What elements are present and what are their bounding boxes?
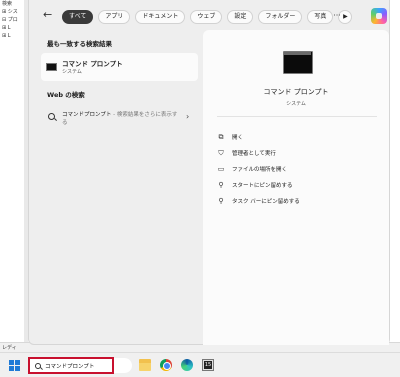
folder-open-icon: ▭ <box>217 165 225 173</box>
tab-web[interactable]: ウェブ <box>190 10 223 24</box>
action-label: スタートにピン留めする <box>232 183 293 189</box>
app-icon[interactable] <box>202 359 214 371</box>
more-options-icon[interactable]: ··· <box>330 10 344 24</box>
tab-folders[interactable]: フォルダー <box>258 10 303 24</box>
taskbar-search-extension[interactable] <box>114 358 132 373</box>
command-prompt-icon <box>46 63 57 71</box>
chevron-right-icon[interactable]: › <box>186 112 189 121</box>
action-open[interactable]: ⧉ 開く <box>217 129 377 145</box>
best-match-result[interactable]: コマンド プロンプト システム <box>41 53 198 81</box>
edge-icon[interactable] <box>181 359 193 371</box>
file-explorer-icon[interactable] <box>139 359 151 371</box>
open-icon: ⧉ <box>218 133 224 141</box>
divider <box>217 116 377 117</box>
web-search-query: コマンドプロンプト <box>62 112 112 118</box>
tab-documents[interactable]: ドキュメント <box>135 10 186 24</box>
action-label: 開く <box>232 135 244 141</box>
search-icon <box>48 113 55 120</box>
best-match-type: システム <box>62 69 82 75</box>
best-match-heading: 最も一致する検索結果 <box>47 40 112 48</box>
windows-start-icon[interactable] <box>9 360 20 371</box>
command-prompt-large-icon <box>283 51 313 74</box>
chrome-icon[interactable] <box>160 359 172 371</box>
search-topbar: ← すべて アプリ ドキュメント ウェブ 設定 フォルダー 写真 ▶ ··· <box>29 0 391 30</box>
action-run-as-admin[interactable]: ⛉ 管理者として実行 <box>217 145 377 161</box>
action-label: 管理者として実行 <box>232 151 276 157</box>
copilot-icon[interactable] <box>371 8 387 24</box>
tab-all[interactable]: すべて <box>62 10 94 24</box>
results-list: 最も一致する検索結果 コマンド プロンプト システム Web の検索 コマンドプ… <box>29 30 203 345</box>
action-label: タスク バーにピン留めする <box>232 199 300 205</box>
taskbar-search-box[interactable] <box>28 357 114 374</box>
pin-start-icon: ⚲ <box>218 181 224 189</box>
best-match-name: コマンド プロンプト <box>62 60 123 68</box>
search-icon <box>35 363 41 369</box>
preview-title: コマンド プロンプト <box>263 88 329 96</box>
back-arrow-icon[interactable]: ← <box>43 9 55 20</box>
tab-settings[interactable]: 設定 <box>227 10 254 24</box>
admin-shield-icon: ⛉ <box>218 149 224 157</box>
tab-apps[interactable]: アプリ <box>98 10 131 24</box>
action-open-file-location[interactable]: ▭ ファイルの場所を開く <box>217 161 377 177</box>
action-pin-to-taskbar[interactable]: ⚲ タスク バーにピン留めする <box>217 193 377 209</box>
filter-tabs: すべて アプリ ドキュメント ウェブ 設定 フォルダー 写真 ▶ <box>62 10 353 24</box>
web-search-text: コマンドプロンプト - 検索結果をさらに表示する <box>62 111 182 127</box>
pin-taskbar-icon: ⚲ <box>218 197 224 205</box>
action-label: ファイルの場所を開く <box>232 167 288 173</box>
taskbar <box>0 352 400 377</box>
action-list: ⧉ 開く ⛉ 管理者として実行 ▭ ファイルの場所を開く ⚲ スタートにピン留め… <box>217 129 377 209</box>
search-panel: ← すべて アプリ ドキュメント ウェブ 設定 フォルダー 写真 ▶ ··· 最… <box>28 0 390 345</box>
preview-subtitle: システム <box>286 101 306 107</box>
web-search-heading: Web の検索 <box>47 91 85 99</box>
taskbar-search-input[interactable] <box>45 360 111 371</box>
web-search-result[interactable]: コマンドプロンプト - 検索結果をさらに表示する › <box>41 108 198 130</box>
action-pin-to-start[interactable]: ⚲ スタートにピン留めする <box>217 177 377 193</box>
preview-pane: コマンド プロンプト システム ⧉ 開く ⛉ 管理者として実行 ▭ ファイルの場… <box>203 30 389 345</box>
